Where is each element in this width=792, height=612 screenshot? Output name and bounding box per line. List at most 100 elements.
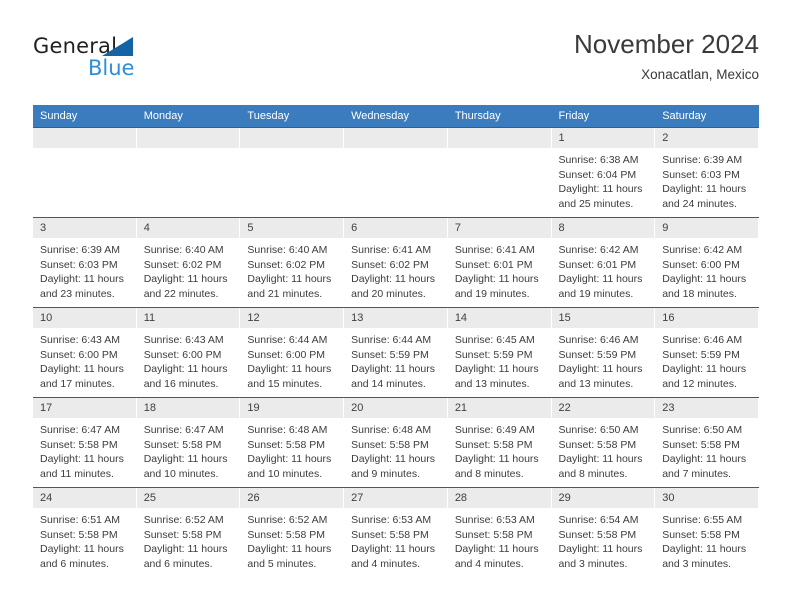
calendar-day-cell[interactable]: 11 Sunrise: 6:43 AM Sunset: 6:00 PM Dayligh… xyxy=(136,307,241,398)
day-details: Sunrise: 6:43 AM Sunset: 6:00 PM Daylight:… xyxy=(33,328,137,391)
sunset-time: Sunset: 5:59 PM xyxy=(662,348,740,361)
day-number xyxy=(240,128,345,148)
calendar-day-cell[interactable]: 14 Sunrise: 6:45 AM Sunset: 5:59 PM Dayligh… xyxy=(447,307,552,398)
calendar-day-cell[interactable]: 16 Sunrise: 6:46 AM Sunset: 5:59 PM Dayligh… xyxy=(655,307,759,398)
daylight-duration-line1: Daylight: 11 hours xyxy=(558,363,643,376)
day-details: Sunrise: 6:39 AM Sunset: 6:03 PM Daylight:… xyxy=(33,238,137,301)
weekday-header-tuesday: Tuesday xyxy=(240,105,345,128)
day-number xyxy=(33,128,137,148)
general-blue-logo[interactable]: General Blue xyxy=(33,34,233,92)
calendar-day-cell[interactable]: 10 Sunrise: 6:43 AM Sunset: 6:00 PM Dayligh… xyxy=(33,307,137,398)
sunset-time: Sunset: 6:03 PM xyxy=(662,168,740,181)
page-title: November 2024 xyxy=(574,29,759,59)
weekday-header-wednesday: Wednesday xyxy=(344,105,448,128)
calendar-day-cell[interactable]: 29 Sunrise: 6:54 AM Sunset: 5:58 PM Dayligh… xyxy=(551,487,656,577)
calendar-day-cell[interactable]: 15 Sunrise: 6:46 AM Sunset: 5:59 PM Dayligh… xyxy=(551,307,656,398)
daylight-duration-line1: Daylight: 11 hours xyxy=(143,363,228,376)
day-details: Sunrise: 6:45 AM Sunset: 5:59 PM Daylight:… xyxy=(448,328,552,391)
day-number: 17 xyxy=(33,398,137,418)
day-details: Sunrise: 6:48 AM Sunset: 5:58 PM Daylight:… xyxy=(344,418,448,481)
day-number: 13 xyxy=(344,308,448,328)
calendar-day-cell[interactable]: 7 Sunrise: 6:41 AM Sunset: 6:01 PM Daylight… xyxy=(447,217,552,308)
daylight-duration-line2: and 5 minutes. xyxy=(247,557,317,570)
sunrise-time: Sunrise: 6:49 AM xyxy=(454,424,535,436)
daylight-duration-line2: and 10 minutes. xyxy=(143,467,219,480)
daylight-duration-line2: and 11 minutes. xyxy=(40,467,114,480)
day-details: Sunrise: 6:44 AM Sunset: 5:59 PM Daylight:… xyxy=(344,328,448,391)
calendar-day-cell[interactable]: 26 Sunrise: 6:52 AM Sunset: 5:58 PM Dayligh… xyxy=(240,487,345,577)
calendar-day-cell[interactable]: 25 Sunrise: 6:52 AM Sunset: 5:58 PM Dayligh… xyxy=(136,487,241,577)
sunset-time: Sunset: 5:59 PM xyxy=(351,348,429,361)
calendar-day-cell[interactable]: 13 Sunrise: 6:44 AM Sunset: 5:59 PM Dayligh… xyxy=(344,307,448,398)
day-number: 12 xyxy=(240,308,345,328)
day-number: 1 xyxy=(551,128,656,148)
calendar-day-cell[interactable]: 19 Sunrise: 6:48 AM Sunset: 5:58 PM Dayligh… xyxy=(240,397,345,488)
daylight-duration-line1: Daylight: 11 hours xyxy=(454,453,539,466)
sunset-time: Sunset: 5:58 PM xyxy=(40,528,118,541)
sunrise-time: Sunrise: 6:55 AM xyxy=(662,514,743,526)
daylight-duration-line2: and 24 minutes. xyxy=(662,197,737,210)
calendar-day-cell[interactable]: 24 Sunrise: 6:51 AM Sunset: 5:58 PM Dayligh… xyxy=(33,487,137,577)
sunrise-time: Sunrise: 6:54 AM xyxy=(558,514,639,526)
sunrise-time: Sunrise: 6:53 AM xyxy=(454,514,535,526)
day-details xyxy=(344,148,448,153)
day-number: 22 xyxy=(551,398,656,418)
daylight-duration-line1: Daylight: 11 hours xyxy=(40,273,124,286)
day-details: Sunrise: 6:51 AM Sunset: 5:58 PM Daylight:… xyxy=(33,508,137,571)
day-details: Sunrise: 6:40 AM Sunset: 6:02 PM Daylight:… xyxy=(137,238,241,301)
daylight-duration-line2: and 15 minutes. xyxy=(247,377,323,390)
calendar-day-cell[interactable]: 22 Sunrise: 6:50 AM Sunset: 5:58 PM Dayligh… xyxy=(551,397,656,488)
daylight-duration-line2: and 4 minutes. xyxy=(351,557,420,570)
sunset-time: Sunset: 6:00 PM xyxy=(40,348,118,361)
calendar-day-cell[interactable]: 12 Sunrise: 6:44 AM Sunset: 6:00 PM Dayligh… xyxy=(240,307,345,398)
day-number: 9 xyxy=(655,218,759,238)
sunset-time: Sunset: 5:58 PM xyxy=(558,438,637,451)
daylight-duration-line2: and 3 minutes. xyxy=(558,557,628,570)
daylight-duration-line2: and 7 minutes. xyxy=(662,467,732,480)
calendar-body: 1 Sunrise: 6:38 AM Sunset: 6:04 PM Daylight… xyxy=(33,127,759,577)
sunset-time: Sunset: 6:02 PM xyxy=(247,258,326,271)
calendar-day-cell[interactable]: 30 Sunrise: 6:55 AM Sunset: 5:58 PM Dayligh… xyxy=(655,487,759,577)
daylight-duration-line2: and 19 minutes. xyxy=(454,287,530,300)
calendar-day-cell[interactable]: 2 Sunrise: 6:39 AM Sunset: 6:03 PM Daylight… xyxy=(655,127,759,218)
sunrise-time: Sunrise: 6:44 AM xyxy=(351,334,432,346)
calendar-day-cell[interactable]: 4 Sunrise: 6:40 AM Sunset: 6:02 PM Daylight… xyxy=(136,217,241,308)
daylight-duration-line2: and 8 minutes. xyxy=(558,467,628,480)
daylight-duration-line1: Daylight: 11 hours xyxy=(247,453,332,466)
sunset-time: Sunset: 5:58 PM xyxy=(558,528,637,541)
daylight-duration-line2: and 13 minutes. xyxy=(454,377,530,390)
day-number: 29 xyxy=(551,488,656,508)
page-header: General Blue November 2024 Xonacatlan, M… xyxy=(33,28,759,98)
calendar-day-cell[interactable]: 27 Sunrise: 6:53 AM Sunset: 5:58 PM Dayligh… xyxy=(344,487,448,577)
daylight-duration-line2: and 20 minutes. xyxy=(351,287,426,300)
calendar-day-cell[interactable]: 28 Sunrise: 6:53 AM Sunset: 5:58 PM Dayligh… xyxy=(447,487,552,577)
calendar-day-cell[interactable]: 17 Sunrise: 6:47 AM Sunset: 5:58 PM Dayligh… xyxy=(33,397,137,488)
day-details: Sunrise: 6:41 AM Sunset: 6:02 PM Daylight:… xyxy=(344,238,448,301)
calendar-day-cell[interactable]: 1 Sunrise: 6:38 AM Sunset: 6:04 PM Daylight… xyxy=(551,127,656,218)
day-number: 3 xyxy=(33,218,137,238)
sunrise-time: Sunrise: 6:50 AM xyxy=(662,424,743,436)
day-details: Sunrise: 6:46 AM Sunset: 5:59 PM Daylight:… xyxy=(552,328,656,391)
day-number: 23 xyxy=(655,398,759,418)
calendar-day-cell[interactable]: 20 Sunrise: 6:48 AM Sunset: 5:58 PM Dayligh… xyxy=(344,397,448,488)
calendar-day-cell[interactable]: 9 Sunrise: 6:42 AM Sunset: 6:00 PM Daylight… xyxy=(655,217,759,308)
sunset-time: Sunset: 5:58 PM xyxy=(662,528,740,541)
sunset-time: Sunset: 5:58 PM xyxy=(662,438,740,451)
day-number: 28 xyxy=(447,488,552,508)
calendar-day-cell[interactable]: 21 Sunrise: 6:49 AM Sunset: 5:58 PM Dayligh… xyxy=(447,397,552,488)
daylight-duration-line2: and 21 minutes. xyxy=(247,287,323,300)
calendar-day-cell-empty xyxy=(344,127,448,218)
daylight-duration-line1: Daylight: 11 hours xyxy=(40,543,124,556)
calendar-day-cell[interactable]: 23 Sunrise: 6:50 AM Sunset: 5:58 PM Dayligh… xyxy=(655,397,759,488)
calendar-day-cell[interactable]: 18 Sunrise: 6:47 AM Sunset: 5:58 PM Dayligh… xyxy=(136,397,241,488)
day-number: 21 xyxy=(447,398,552,418)
calendar-day-cell[interactable]: 6 Sunrise: 6:41 AM Sunset: 6:02 PM Daylight… xyxy=(344,217,448,308)
calendar-day-cell-empty xyxy=(33,127,137,218)
daylight-duration-line1: Daylight: 11 hours xyxy=(143,543,228,556)
sunrise-time: Sunrise: 6:52 AM xyxy=(247,514,328,526)
calendar-day-cell[interactable]: 3 Sunrise: 6:39 AM Sunset: 6:03 PM Daylight… xyxy=(33,217,137,308)
calendar-day-cell[interactable]: 5 Sunrise: 6:40 AM Sunset: 6:02 PM Daylight… xyxy=(240,217,345,308)
calendar-day-cell[interactable]: 8 Sunrise: 6:42 AM Sunset: 6:01 PM Daylight… xyxy=(551,217,656,308)
daylight-duration-line1: Daylight: 11 hours xyxy=(247,543,332,556)
sunrise-time: Sunrise: 6:43 AM xyxy=(40,334,120,346)
